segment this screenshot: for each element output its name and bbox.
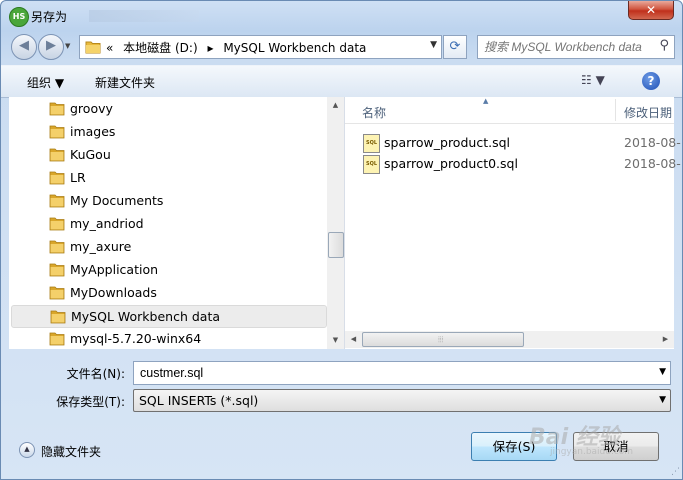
- navigation-pane: groovy images KuGou LR My Documents my_andrio…: [9, 97, 345, 349]
- folder-icon: [49, 124, 65, 146]
- navigation-pane-scrollbar[interactable]: ▲ ▼: [327, 97, 344, 349]
- filetype-dropdown-icon[interactable]: ▼: [659, 395, 666, 405]
- folder-tree-item[interactable]: my_andriod: [11, 213, 325, 234]
- filetype-select[interactable]: SQL INSERTs (*.sql) ▼: [133, 389, 671, 412]
- folder-tree-item[interactable]: MySQL Workbench data: [11, 305, 327, 328]
- folder-label: MyApplication: [70, 262, 159, 277]
- organize-menu-button[interactable]: 组织 ▼: [27, 74, 64, 91]
- breadcrumb: « 本地磁盘 (D:) ▸ MySQL Workbench data: [106, 39, 372, 56]
- back-button[interactable]: ◀: [11, 34, 37, 60]
- breadcrumb-folder[interactable]: MySQL Workbench data: [223, 41, 366, 55]
- folder-label: images: [70, 124, 116, 139]
- file-modified-date: 2018-08-: [624, 135, 681, 150]
- file-name: sparrow_product.sql: [384, 135, 510, 150]
- scroll-left-icon[interactable]: ◀: [345, 331, 362, 348]
- folder-icon: [49, 285, 65, 307]
- hide-folders-label: 隐藏文件夹: [41, 445, 102, 459]
- filename-dropdown-icon[interactable]: ▼: [659, 367, 666, 377]
- forward-button[interactable]: ▶: [38, 34, 64, 60]
- grip-icon: ⦙⦙⦙: [438, 335, 444, 344]
- column-headers: ▲ 名称 修改日期: [345, 97, 674, 124]
- close-button[interactable]: ✕: [628, 1, 674, 20]
- file-row[interactable]: SQL sparrow_product0.sql 2018-08-: [363, 153, 681, 174]
- folder-tree-item[interactable]: LR: [11, 167, 325, 188]
- folder-label: my_andriod: [70, 216, 144, 231]
- file-modified-date: 2018-08-: [624, 156, 681, 171]
- folder-tree-item[interactable]: mysql-5.7.20-winx64: [11, 328, 325, 349]
- file-row[interactable]: SQL sparrow_product.sql 2018-08-: [363, 132, 681, 153]
- search-input[interactable]: [482, 39, 656, 55]
- title-bar-blur: [89, 10, 199, 22]
- folder-icon: [49, 262, 65, 284]
- command-toolbar: 组织 ▼ 新建文件夹 ☷ ▼ ?: [1, 65, 682, 98]
- filename-field[interactable]: ▼: [133, 361, 671, 385]
- filetype-value: SQL INSERTs (*.sql): [139, 393, 259, 408]
- folder-label: LR: [70, 170, 86, 185]
- scrollbar-thumb[interactable]: ⦙⦙⦙: [362, 332, 524, 347]
- file-list-pane: ▲ 名称 修改日期 SQL sparrow_product.sql 2018-08-…: [345, 97, 681, 349]
- search-icon[interactable]: ⚲: [659, 38, 669, 53]
- column-divider[interactable]: [615, 99, 616, 121]
- watermark-url: jingyan.baidu.com: [550, 447, 634, 457]
- new-folder-button[interactable]: 新建文件夹: [95, 74, 155, 91]
- scroll-right-icon[interactable]: ▶: [657, 331, 674, 348]
- folder-tree-item[interactable]: images: [11, 121, 325, 142]
- folder-label: MySQL Workbench data: [71, 309, 221, 324]
- save-as-dialog: HS 另存为 ✕ ◀ ▶ ▼ « 本地磁盘 (D:) ▸ MySQL Workb…: [0, 0, 683, 480]
- folder-label: My Documents: [70, 193, 164, 208]
- folder-icon: [49, 216, 65, 238]
- folder-tree: groovy images KuGou LR My Documents my_andrio…: [9, 97, 327, 349]
- breadcrumb-drive[interactable]: 本地磁盘 (D:): [123, 41, 197, 55]
- navigation-bar: ◀ ▶ ▼ « 本地磁盘 (D:) ▸ MySQL Workbench data…: [1, 32, 682, 62]
- sort-ascending-icon: ▲: [483, 97, 489, 105]
- folder-icon: [85, 40, 101, 57]
- folder-tree-item[interactable]: My Documents: [11, 190, 325, 211]
- folder-icon: [49, 147, 65, 169]
- dialog-title: 另存为: [31, 10, 68, 24]
- help-icon[interactable]: ?: [642, 72, 660, 90]
- chevron-up-icon: ▲: [19, 442, 35, 458]
- scroll-down-icon[interactable]: ▼: [327, 332, 344, 349]
- filename-label: 文件名(N):: [66, 367, 125, 381]
- address-bar[interactable]: « 本地磁盘 (D:) ▸ MySQL Workbench data ▼: [79, 35, 442, 59]
- scroll-up-icon[interactable]: ▲: [327, 97, 344, 114]
- resize-grip-icon[interactable]: ⋰: [671, 467, 680, 477]
- folder-tree-item[interactable]: my_axure: [11, 236, 325, 257]
- filename-input[interactable]: [138, 365, 642, 381]
- breadcrumb-overflow[interactable]: «: [106, 41, 113, 55]
- column-header-modified[interactable]: 修改日期: [624, 104, 672, 121]
- folder-label: mysql-5.7.20-winx64: [70, 331, 202, 346]
- folder-tree-item[interactable]: MyDownloads: [11, 282, 325, 303]
- folder-icon: [49, 239, 65, 261]
- filename-row: 文件名(N): ▼: [1, 361, 681, 385]
- file-list-scrollbar[interactable]: ◀ ⦙⦙⦙ ▶: [345, 331, 674, 348]
- folder-label: my_axure: [70, 239, 132, 254]
- view-options-button[interactable]: ☷ ▼: [581, 73, 605, 87]
- folder-tree-item[interactable]: groovy: [11, 98, 325, 119]
- app-icon: HS: [9, 7, 29, 27]
- file-name: sparrow_product0.sql: [384, 156, 518, 171]
- address-dropdown-icon[interactable]: ▼: [430, 40, 437, 50]
- column-header-name[interactable]: 名称: [362, 104, 386, 121]
- breadcrumb-separator-icon[interactable]: ▸: [207, 41, 213, 55]
- folder-tree-item[interactable]: MyApplication: [11, 259, 325, 280]
- filetype-row: 保存类型(T): SQL INSERTs (*.sql) ▼: [1, 389, 681, 412]
- scrollbar-thumb[interactable]: [328, 232, 344, 258]
- folder-label: MyDownloads: [70, 285, 157, 300]
- folder-label: KuGou: [70, 147, 111, 162]
- search-box[interactable]: ⚲: [477, 35, 675, 59]
- refresh-button[interactable]: ⟳: [443, 35, 467, 59]
- folder-icon: [49, 193, 65, 215]
- folder-icon: [49, 331, 65, 349]
- folder-icon: [49, 170, 65, 192]
- title-bar[interactable]: HS 另存为 ✕: [1, 1, 682, 31]
- sql-file-icon: SQL: [363, 155, 380, 174]
- folder-label: groovy: [70, 101, 113, 116]
- folder-tree-item[interactable]: KuGou: [11, 144, 325, 165]
- recent-locations-dropdown[interactable]: ▼: [65, 42, 70, 50]
- filetype-label: 保存类型(T):: [56, 395, 125, 409]
- folder-icon: [49, 101, 65, 123]
- sql-file-icon: SQL: [363, 134, 380, 153]
